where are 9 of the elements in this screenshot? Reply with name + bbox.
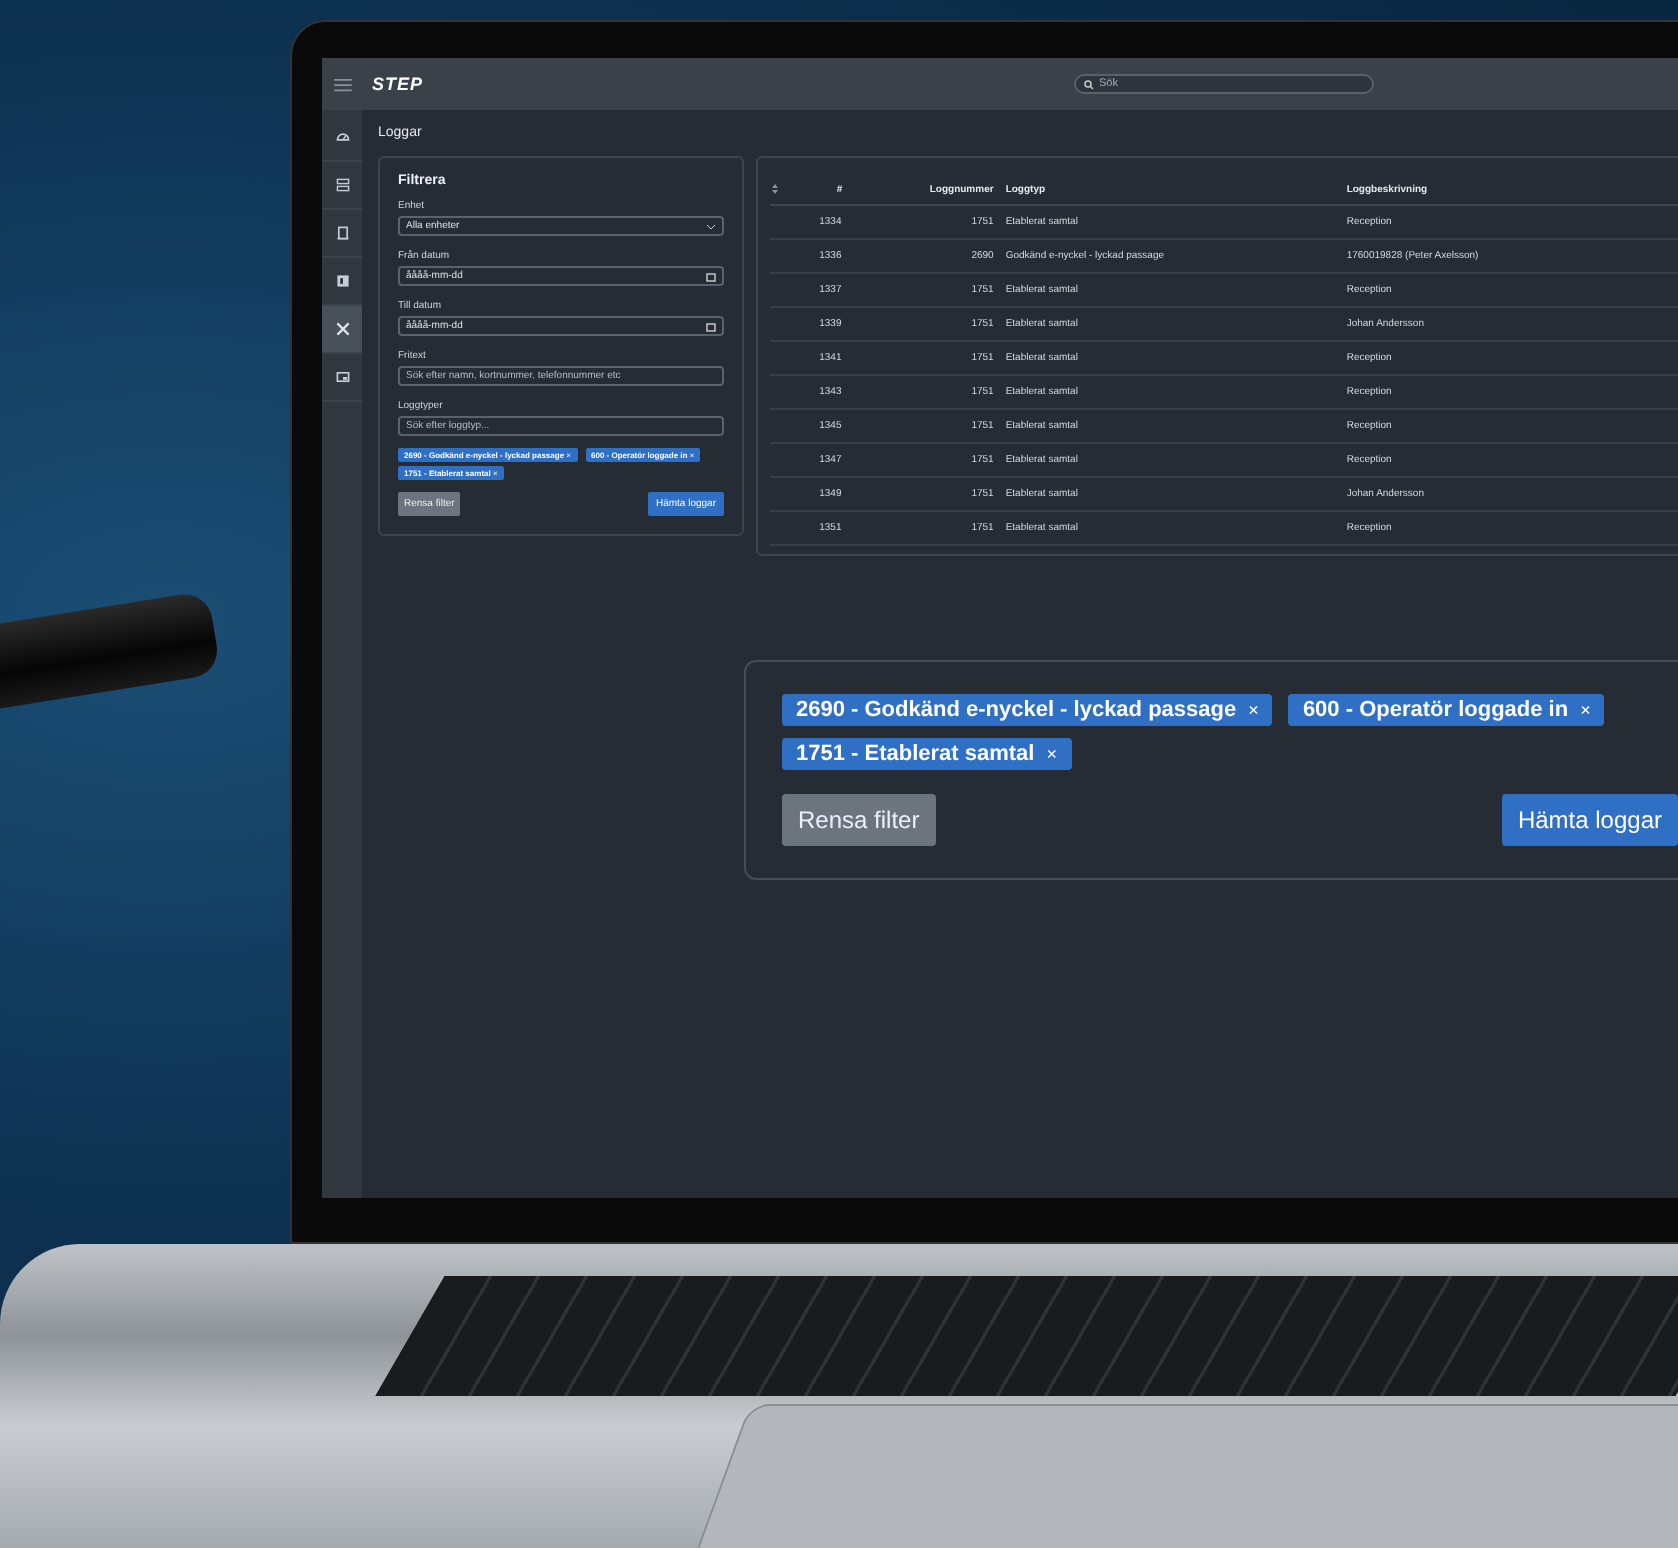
logo[interactable]: STEP [372, 74, 424, 94]
filter-tag: 1751 - Etablerat samtal × [782, 738, 1072, 770]
remove-tag-button[interactable]: × [1580, 700, 1591, 720]
clear-filter-button[interactable]: Rensa filter [782, 794, 936, 846]
filter-tag: 600 - Operatör loggade in × [1288, 694, 1605, 726]
remove-tag-button[interactable]: × [1046, 744, 1058, 764]
fetch-logs-button[interactable]: Hämta loggar [1501, 794, 1678, 846]
remove-tag-button[interactable]: × [1248, 700, 1259, 720]
filter-tag: 2690 - Godkänd e-nyckel - lyckad passage × [782, 694, 1273, 726]
